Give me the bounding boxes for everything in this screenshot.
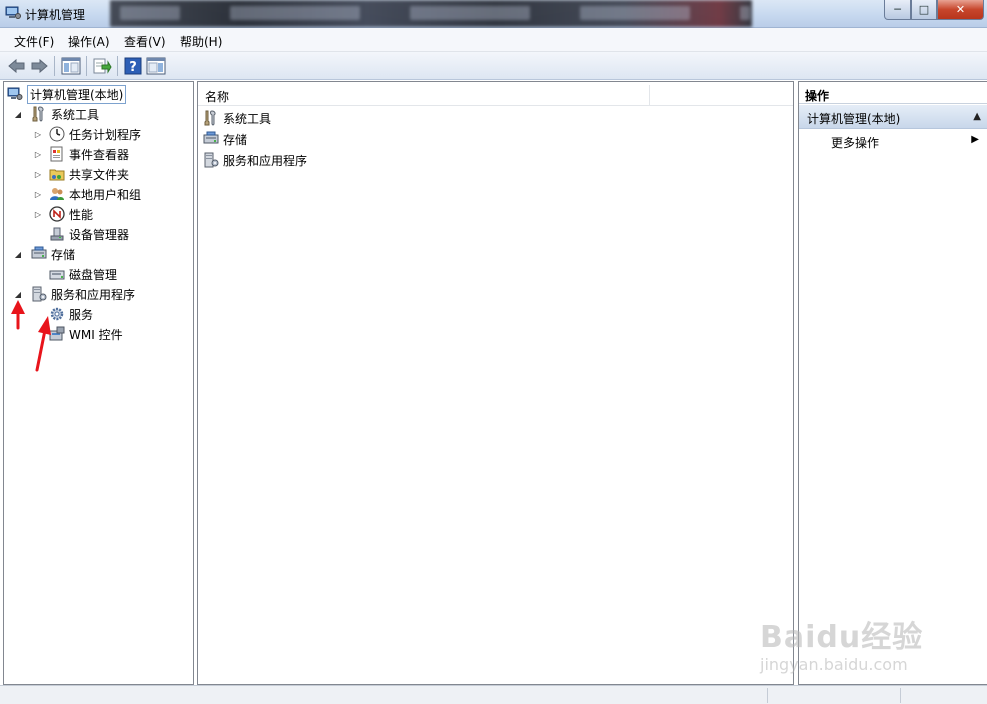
list-item-label: 服务和应用程序 — [223, 153, 308, 168]
status-bar — [0, 685, 987, 704]
list-item-system-tools[interactable]: 系统工具 — [203, 108, 271, 128]
list-item-storage[interactable]: 存储 — [203, 129, 247, 149]
column-header-name[interactable]: 名称 — [205, 88, 229, 105]
status-separator — [767, 688, 768, 703]
collapse-up-icon[interactable]: ▲ — [973, 111, 981, 122]
red-arrow-icon — [11, 300, 25, 330]
storage-icon — [203, 131, 219, 147]
actions-header: 操作 — [799, 85, 987, 104]
list-item-label: 系统工具 — [223, 111, 272, 126]
column-separator[interactable] — [649, 85, 650, 106]
actions-section-label: 计算机管理(本地) — [807, 112, 901, 126]
services-applications-icon — [203, 152, 219, 168]
status-separator — [900, 688, 901, 703]
more-actions-item[interactable]: 更多操作 ▶ — [799, 130, 987, 152]
tools-icon — [203, 110, 219, 126]
actions-title: 操作 — [805, 89, 830, 103]
actions-pane: 操作 计算机管理(本地) ▲ 更多操作 ▶ — [798, 81, 987, 685]
results-list-pane[interactable]: 名称 系统工具 存储 服务和应用程序 — [197, 81, 794, 685]
list-item-label: 存储 — [223, 132, 248, 147]
list-item-services-applications[interactable]: 服务和应用程序 — [203, 150, 307, 170]
submenu-arrow-icon: ▶ — [971, 134, 979, 145]
more-actions-label: 更多操作 — [831, 136, 880, 150]
actions-section-computer-management[interactable]: 计算机管理(本地) ▲ — [799, 105, 987, 129]
list-header: 名称 — [198, 85, 793, 106]
red-arrow-icon — [35, 316, 51, 372]
